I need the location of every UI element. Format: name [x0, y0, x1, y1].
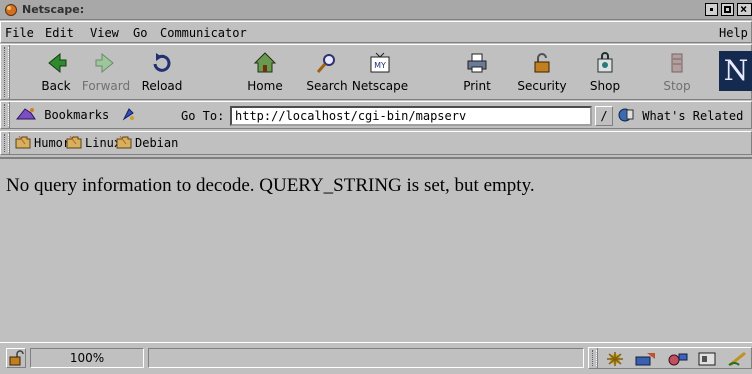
page-message: No query information to decode. QUERY_ST… — [6, 175, 535, 196]
stop-icon — [671, 53, 683, 73]
shopping-bag-icon — [597, 52, 613, 73]
minimize-button[interactable] — [705, 3, 718, 16]
personal-toolbar: Humor Linux Debian — [0, 131, 752, 155]
toolbar-grip[interactable] — [1, 45, 10, 99]
personal-grip[interactable] — [1, 132, 10, 154]
menu-view[interactable]: View — [90, 26, 119, 40]
window-title: Netscape: — [22, 3, 85, 16]
home-label: Home — [247, 79, 283, 93]
menu-help[interactable]: Help — [719, 26, 748, 40]
home-icon — [253, 52, 277, 73]
netscape-throbber-logo[interactable]: N — [719, 51, 752, 91]
search-icon — [316, 54, 335, 73]
folder-debian[interactable]: Debian — [116, 136, 178, 150]
composer-icon[interactable] — [727, 351, 749, 367]
netscape-label: Netscape — [351, 79, 409, 93]
reload-label: Reload — [141, 79, 183, 93]
folder-icon — [66, 136, 82, 149]
forward-button[interactable]: Forward — [75, 49, 137, 99]
url-input[interactable] — [230, 106, 592, 126]
menu-file[interactable]: File — [5, 26, 34, 40]
location-toolbar: Bookmarks Go To: / What's Related — [0, 101, 752, 129]
folder-debian-label: Debian — [135, 136, 179, 150]
bookmarks-label: Bookmarks — [44, 108, 110, 122]
back-arrow-icon — [48, 52, 67, 74]
whats-related-icon — [618, 108, 634, 122]
menu-bar: File Edit View Go Communicator Help — [0, 21, 752, 43]
reload-icon — [153, 53, 171, 72]
mail-icon[interactable] — [635, 351, 657, 367]
status-message — [148, 348, 584, 368]
menu-communicator[interactable]: Communicator — [160, 26, 247, 40]
url-history-dropdown[interactable]: / — [595, 106, 613, 126]
whats-related-button[interactable]: What's Related — [617, 107, 743, 123]
folder-icon — [116, 136, 132, 149]
my-netscape-icon: MY — [370, 52, 390, 73]
netscape-button[interactable]: MY Netscape — [349, 49, 411, 99]
padlock-open-icon — [9, 350, 24, 366]
chevron-down-icon: / — [600, 109, 608, 123]
shop-button[interactable]: Shop — [574, 49, 636, 99]
close-button[interactable]: × — [737, 2, 752, 16]
close-icon: × — [740, 2, 748, 16]
menu-go[interactable]: Go — [133, 26, 147, 40]
forward-arrow-icon — [95, 52, 114, 74]
folder-icon — [15, 136, 31, 149]
printer-icon — [467, 53, 487, 73]
newsgroups-icon[interactable] — [667, 351, 689, 367]
component-bar — [588, 347, 752, 369]
home-button[interactable]: Home — [234, 49, 296, 99]
folder-humor-label: Humor — [34, 136, 71, 150]
reload-button[interactable]: Reload — [131, 49, 193, 99]
svg-text:MY: MY — [374, 61, 386, 70]
navigator-icon[interactable] — [605, 351, 625, 367]
progress-indicator: 100% — [30, 348, 144, 368]
netscape-app-icon[interactable] — [4, 3, 18, 17]
shop-label: Shop — [589, 79, 621, 93]
component-grip[interactable] — [589, 348, 598, 368]
security-label: Security — [517, 79, 567, 93]
bookmark-tag-icon — [122, 108, 134, 121]
bookmarks-button[interactable]: Bookmarks — [15, 107, 135, 122]
print-label: Print — [463, 79, 491, 93]
status-bar: 100% — [0, 342, 752, 374]
navigation-toolbar: Back Forward Reload Home Search MY Netsc… — [0, 44, 752, 100]
forward-label: Forward — [81, 79, 131, 93]
padlock-icon — [534, 53, 550, 73]
security-button[interactable]: Security — [511, 49, 573, 99]
location-grip[interactable] — [1, 102, 10, 128]
security-status-button[interactable] — [6, 348, 26, 368]
maximize-button[interactable] — [721, 3, 734, 16]
goto-label: Go To: — [181, 109, 225, 123]
bookmark-icon — [15, 108, 36, 120]
address-book-icon[interactable] — [697, 351, 717, 367]
stop-button[interactable]: Stop — [646, 49, 708, 99]
title-bar[interactable]: Netscape: × — [0, 0, 752, 20]
menu-edit[interactable]: Edit — [45, 26, 74, 40]
print-button[interactable]: Print — [446, 49, 508, 99]
stop-label: Stop — [663, 79, 691, 93]
folder-humor[interactable]: Humor — [15, 136, 70, 150]
page-content: No query information to decode. QUERY_ST… — [0, 157, 752, 340]
whats-related-label: What's Related — [642, 109, 744, 123]
folder-linux[interactable]: Linux — [66, 136, 121, 150]
